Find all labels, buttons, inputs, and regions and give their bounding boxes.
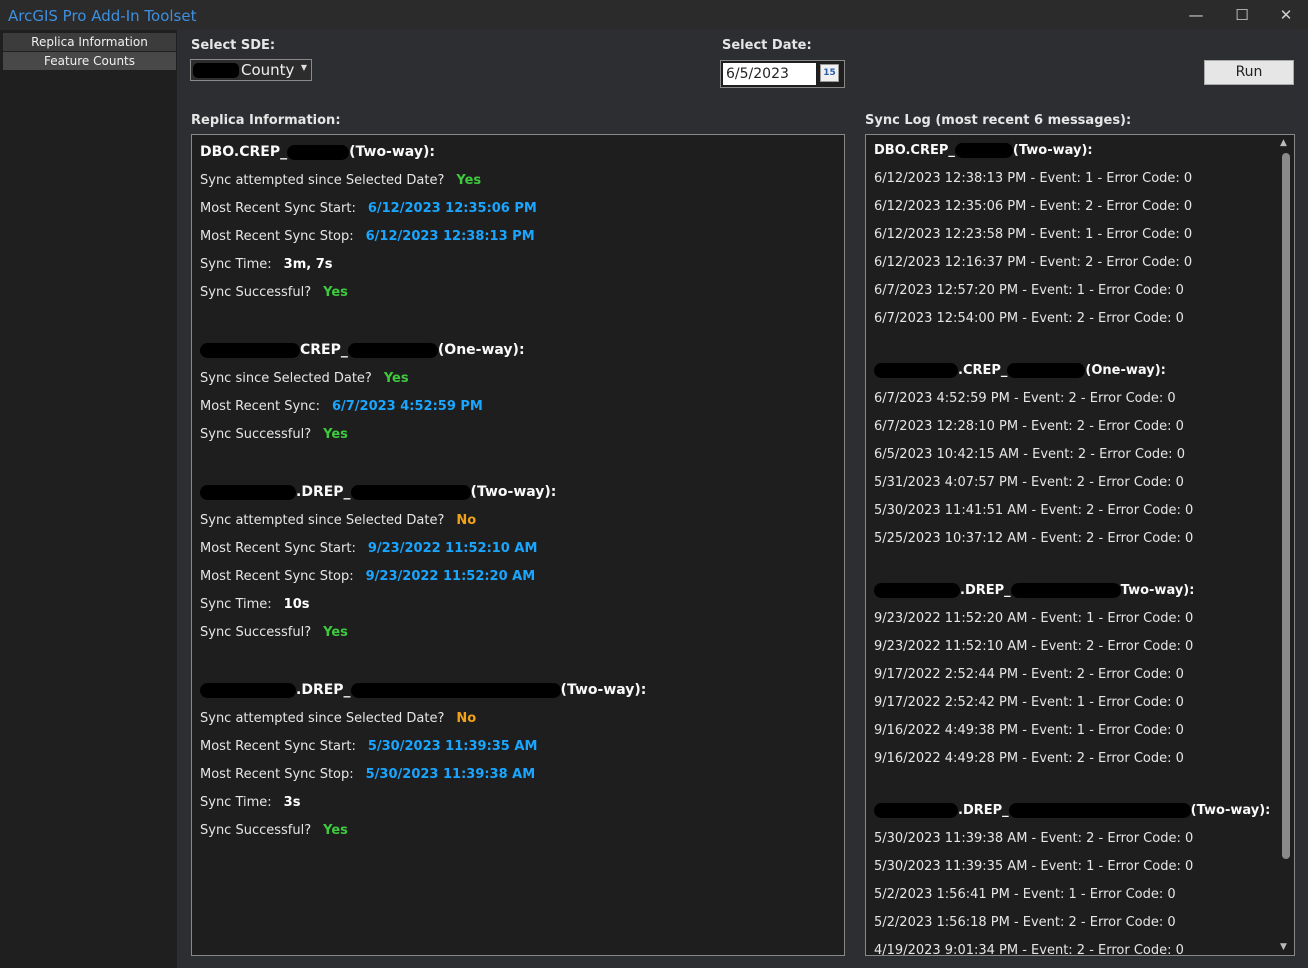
log-entry: 5/31/2023 4:07:57 PM - Event: 2 - Error …: [874, 475, 1184, 490]
log-entry: 6/7/2023 12:57:20 PM - Event: 1 - Error …: [874, 283, 1184, 298]
replica-title: CREP_ (One-way):: [200, 342, 525, 358]
log-group-title: DBO.CREP_ (Two-way):: [874, 143, 1093, 158]
log-entry: 6/12/2023 12:38:13 PM - Event: 1 - Error…: [874, 171, 1193, 186]
log-entry: 5/30/2023 11:41:51 AM - Event: 2 - Error…: [874, 503, 1194, 518]
log-group-title: .DREP_ Two-way):: [874, 583, 1194, 598]
redaction-mark: [1008, 803, 1191, 818]
log-entry: 6/12/2023 12:23:58 PM - Event: 1 - Error…: [874, 227, 1193, 242]
redaction-mark: [200, 342, 300, 358]
sync-log-heading: Sync Log (most recent 6 messages):: [865, 113, 1132, 128]
run-button[interactable]: Run: [1204, 60, 1294, 85]
replica-row: Most Recent Sync Start: 6/12/2023 12:35:0…: [200, 201, 537, 216]
redaction-mark: [874, 803, 958, 818]
scrollbar[interactable]: ▲ ▼: [1277, 135, 1294, 955]
replica-row: Most Recent Sync: 6/7/2023 4:52:59 PM: [200, 399, 483, 414]
redaction-mark: [874, 583, 960, 598]
app-title: ArcGIS Pro Add-In Toolset: [8, 7, 197, 25]
log-entry: 5/2/2023 1:56:18 PM - Event: 2 - Error C…: [874, 915, 1176, 930]
redaction-mark: [193, 63, 239, 78]
replica-title: .DREP_ (Two-way):: [200, 682, 646, 698]
replica-row: Sync Successful? Yes: [200, 823, 348, 838]
log-entry: 4/19/2023 9:01:34 PM - Event: 2 - Error …: [874, 943, 1184, 956]
tab-replica-information[interactable]: Replica Information: [3, 33, 176, 51]
maximize-button[interactable]: ☐: [1230, 4, 1254, 26]
replica-row: Sync Time: 3m, 7s: [200, 257, 333, 272]
minimize-button[interactable]: —: [1184, 4, 1208, 26]
scroll-down-icon[interactable]: ▼: [1280, 942, 1287, 952]
redaction-mark: [1010, 583, 1121, 598]
log-entry: 6/7/2023 4:52:59 PM - Event: 2 - Error C…: [874, 391, 1176, 406]
log-entry: 6/7/2023 12:54:00 PM - Event: 2 - Error …: [874, 311, 1184, 326]
scroll-up-icon[interactable]: ▲: [1280, 138, 1287, 148]
log-group-title: .DREP_ (Two-way):: [874, 803, 1270, 818]
redaction-mark: [350, 484, 471, 500]
redaction-mark: [874, 363, 958, 378]
calendar-icon[interactable]: 15: [820, 64, 839, 82]
log-entry: 9/17/2022 2:52:42 PM - Event: 1 - Error …: [874, 695, 1184, 710]
chevron-down-icon: ▼: [300, 63, 307, 72]
replica-row: Most Recent Sync Stop: 9/23/2022 11:52:20…: [200, 569, 536, 584]
redaction-mark: [287, 144, 350, 160]
log-entry: 9/16/2022 4:49:38 PM - Event: 1 - Error …: [874, 723, 1184, 738]
tab-feature-counts[interactable]: Feature Counts: [3, 52, 176, 70]
redaction-mark: [1007, 363, 1086, 378]
sync-log-panel[interactable]: DBO.CREP_ (Two-way): 6/12/2023 12:38:13 P…: [865, 134, 1295, 956]
replica-title: .DREP_ (Two-way):: [200, 484, 556, 500]
replica-row: Sync Successful? Yes: [200, 285, 348, 300]
replica-info-heading: Replica Information:: [191, 113, 341, 128]
sde-dropdown[interactable]: County ▼: [190, 59, 312, 81]
replica-title: DBO.CREP_ (Two-way):: [200, 144, 435, 160]
replica-row: Sync Successful? Yes: [200, 427, 348, 442]
replica-row: Sync attempted since Selected Date? Yes: [200, 173, 482, 188]
replica-row: Most Recent Sync Stop: 6/12/2023 12:38:13…: [200, 229, 535, 244]
log-entry: 9/16/2022 4:49:28 PM - Event: 2 - Error …: [874, 751, 1184, 766]
redaction-mark: [350, 682, 561, 698]
log-entry: 9/23/2022 11:52:20 AM - Event: 1 - Error…: [874, 611, 1194, 626]
select-sde-label: Select SDE:: [191, 38, 276, 53]
log-group-title: .CREP_ (One-way):: [874, 363, 1166, 378]
date-input[interactable]: 6/5/2023: [723, 63, 816, 85]
replica-info-panel[interactable]: DBO.CREP_ (Two-way): Sync attempted since…: [191, 134, 845, 956]
log-entry: 5/25/2023 10:37:12 AM - Event: 2 - Error…: [874, 531, 1194, 546]
redaction-mark: [200, 484, 296, 500]
log-entry: 5/2/2023 1:56:41 PM - Event: 1 - Error C…: [874, 887, 1176, 902]
redaction-mark: [200, 682, 296, 698]
log-entry: 6/7/2023 12:28:10 PM - Event: 2 - Error …: [874, 419, 1184, 434]
replica-row: Most Recent Sync Stop: 5/30/2023 11:39:38…: [200, 767, 536, 782]
log-entry: 9/23/2022 11:52:10 AM - Event: 2 - Error…: [874, 639, 1194, 654]
replica-row: Sync attempted since Selected Date? No: [200, 513, 477, 528]
title-bar: ArcGIS Pro Add-In Toolset — ☐ ✕: [0, 0, 1308, 30]
replica-row: Most Recent Sync Start: 9/23/2022 11:52:1…: [200, 541, 538, 556]
replica-row: Sync attempted since Selected Date? No: [200, 711, 477, 726]
redaction-mark: [954, 143, 1013, 158]
log-entry: 9/17/2022 2:52:44 PM - Event: 2 - Error …: [874, 667, 1184, 682]
log-entry: 6/12/2023 12:35:06 PM - Event: 2 - Error…: [874, 199, 1193, 214]
replica-row: Sync since Selected Date? Yes: [200, 371, 409, 386]
log-entry: 6/12/2023 12:16:37 PM - Event: 2 - Error…: [874, 255, 1193, 270]
log-entry: 6/5/2023 10:42:15 AM - Event: 2 - Error …: [874, 447, 1185, 462]
sidebar: Replica Information Feature Counts: [0, 30, 177, 968]
replica-row: Sync Time: 10s: [200, 597, 310, 612]
select-date-label: Select Date:: [722, 38, 812, 53]
replica-row: Most Recent Sync Start: 5/30/2023 11:39:3…: [200, 739, 538, 754]
scrollbar-thumb[interactable]: [1282, 153, 1290, 859]
log-entry: 5/30/2023 11:39:38 AM - Event: 2 - Error…: [874, 831, 1194, 846]
replica-row: Sync Successful? Yes: [200, 625, 348, 640]
redaction-mark: [347, 342, 438, 358]
close-button[interactable]: ✕: [1274, 4, 1298, 26]
log-entry: 5/30/2023 11:39:35 AM - Event: 1 - Error…: [874, 859, 1194, 874]
date-picker[interactable]: 6/5/2023 15: [720, 60, 845, 88]
sde-selected-value: County: [241, 61, 295, 79]
replica-row: Sync Time: 3s: [200, 795, 301, 810]
